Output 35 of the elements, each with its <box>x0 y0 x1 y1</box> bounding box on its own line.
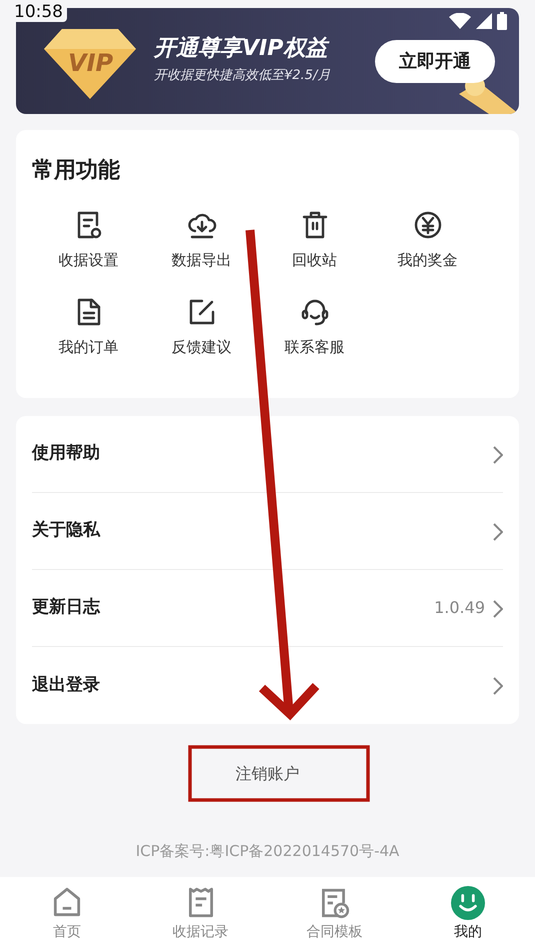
battery-icon <box>497 12 507 30</box>
vip-badge-text: VIP <box>68 48 114 79</box>
icp-text: ICP备案号:粤ICP备2022014570号-4A <box>134 841 400 862</box>
nav-tab[interactable]: 我的 <box>401 877 535 951</box>
function-item[interactable]: 我的奖金 <box>371 209 484 272</box>
open-vip-button[interactable]: 立即开通 <box>375 40 495 83</box>
function-item[interactable]: 反馈建议 <box>145 296 258 358</box>
function-item[interactable]: 数据导出 <box>145 209 258 272</box>
function-item[interactable]: 我的订单 <box>32 296 145 358</box>
banner-subtitle: 开收据更快捷高效低至¥2.5/月 <box>154 67 330 86</box>
nav-tab[interactable]: 首页 <box>0 877 134 951</box>
menu-row[interactable]: 退出登录 <box>32 647 503 724</box>
nav-tab[interactable]: 合同模板 <box>268 877 402 951</box>
function-item[interactable]: 联系客服 <box>258 296 371 358</box>
cancel-account-link[interactable]: 注销账户 <box>236 762 300 786</box>
chevron-right-icon <box>493 600 503 618</box>
wifi-icon <box>448 12 471 29</box>
nav-tab[interactable]: 收据记录 <box>134 877 268 951</box>
menu-row[interactable]: 使用帮助 <box>32 416 503 493</box>
menu-row[interactable]: 关于隐私 <box>32 493 503 570</box>
signal-icon <box>476 12 492 29</box>
version-text: 1.0.49 <box>434 597 485 619</box>
menu-label: 使用帮助 <box>32 442 101 466</box>
chevron-right-icon <box>493 522 503 541</box>
banner-title: 开通尊享VIP权益 <box>154 36 330 62</box>
menu-row[interactable]: 更新日志 1.0.49 <box>32 570 503 647</box>
function-item[interactable]: 收据设置 <box>32 209 145 272</box>
smiley-face-icon <box>451 886 486 920</box>
section-title: 常用功能 <box>32 157 121 185</box>
menu-label: 更新日志 <box>32 596 102 620</box>
chevron-right-icon <box>493 677 503 696</box>
chevron-right-icon <box>493 446 503 464</box>
function-item[interactable]: 回收站 <box>258 209 371 272</box>
menu-label: 退出登录 <box>32 674 101 697</box>
menu-label: 关于隐私 <box>32 519 102 542</box>
